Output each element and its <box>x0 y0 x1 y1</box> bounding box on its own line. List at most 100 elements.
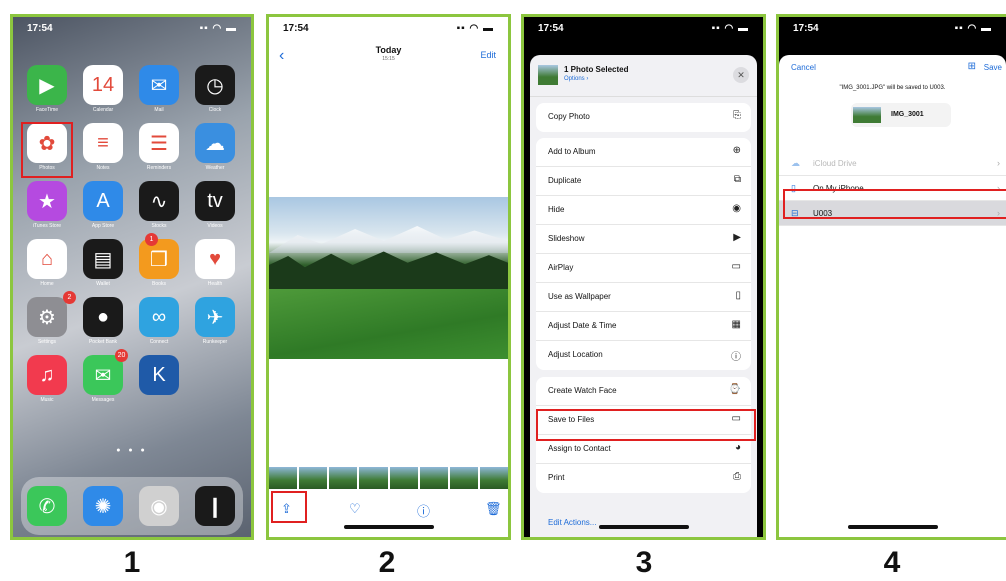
connect-app-icon[interactable]: ∞ <box>139 297 179 337</box>
thumbnail-strip[interactable] <box>269 467 508 489</box>
weather-app-icon[interactable]: ☁ <box>195 123 235 163</box>
location-label: iCloud Drive <box>813 159 857 168</box>
app-label: Mail <box>154 107 164 113</box>
slideshow-action[interactable]: Slideshow ▶ <box>536 225 751 254</box>
action-label: Adjust Date & Time <box>548 321 617 330</box>
action-label: Print <box>548 473 565 482</box>
dock-app-icon[interactable]: ◉ <box>139 486 179 526</box>
wallet-badge: 1 <box>145 233 158 246</box>
music-app-icon[interactable]: ♫ <box>27 355 67 395</box>
dock-app-icon[interactable]: ✺ <box>83 486 123 526</box>
health-app-icon[interactable]: ♥ <box>195 239 235 279</box>
hide-action[interactable]: Hide ◉ <box>536 196 751 225</box>
close-icon[interactable]: ✕ <box>733 67 749 83</box>
app-label: Reminders <box>146 165 172 171</box>
app-store-app-icon[interactable]: A <box>83 181 123 221</box>
selection-title: 1 Photo Selected <box>564 65 629 74</box>
home-indicator <box>847 525 938 529</box>
step-number-2: 2 <box>378 546 396 579</box>
new-folder-icon[interactable]: ⊞ <box>968 61 976 72</box>
action-label: Copy Photo <box>548 112 590 121</box>
stocks-app-icon[interactable]: ∿ <box>139 181 179 221</box>
action-label: AirPlay <box>548 263 574 272</box>
thumbnail[interactable] <box>449 467 478 489</box>
print-icon: ⎙ <box>733 471 741 482</box>
adjust-date-time-action[interactable]: Adjust Date & Time ▦ <box>536 312 751 341</box>
itunes-store-app-icon[interactable]: ★ <box>27 181 67 221</box>
info-icon[interactable]: ⓘ <box>417 501 430 520</box>
options-link[interactable]: Options › <box>564 76 588 82</box>
airplay-action[interactable]: AirPlay ▭ <box>536 254 751 283</box>
save-button[interactable]: Save <box>984 63 1002 72</box>
status-bar: 17:54 ▪▪ ◠ ▬ <box>13 17 251 37</box>
step-number-3: 3 <box>635 546 653 579</box>
adjust-location-action[interactable]: Adjust Location ⓘ <box>536 341 751 370</box>
trash-icon[interactable]: 🗑 <box>485 501 502 517</box>
action-label: Assign to Contact <box>548 444 611 453</box>
heart-icon[interactable]: ♡ <box>349 501 361 517</box>
notes-app-icon[interactable]: ≡ <box>83 123 123 163</box>
settings-badge: 2 <box>63 291 76 304</box>
thumbnail[interactable] <box>479 467 508 489</box>
dock-app-icon[interactable]: ✆ <box>27 486 67 526</box>
share-sheet-panel: 17:54 ▪▪ ◠ ▬ 1 Photo Selected Options › … <box>521 14 766 540</box>
use-as-wallpaper-action[interactable]: Use as Wallpaper ▯ <box>536 283 751 312</box>
photo-forest <box>269 251 508 292</box>
app-app-icon[interactable]: K <box>139 355 179 395</box>
settings-app-icon[interactable]: ⚙ <box>27 297 67 337</box>
duplicate-icon: ⧉ <box>733 174 741 185</box>
action-label: Create Watch Face <box>548 386 617 395</box>
messages-app-icon[interactable]: ✉ <box>83 355 123 395</box>
action-label: Hide <box>548 205 565 214</box>
home-app-icon[interactable]: ⌂ <box>27 239 67 279</box>
thumbnail[interactable] <box>359 467 388 489</box>
share-highlight <box>271 491 307 523</box>
app-label: Notes <box>96 165 110 171</box>
signal-battery-icon: ▪▪ ◠ ▬ <box>711 23 749 34</box>
thumbnail[interactable] <box>299 467 328 489</box>
adjust-location-icon: ⓘ <box>731 352 741 363</box>
cancel-button[interactable]: Cancel <box>791 63 816 72</box>
videos-app-icon[interactable]: tv <box>195 181 235 221</box>
app-label: Videos <box>207 223 223 229</box>
home-indicator <box>343 525 434 529</box>
create-watch-face-action[interactable]: Create Watch Face ⌚ <box>536 377 751 406</box>
calendar-app-icon[interactable]: 14 <box>83 65 123 105</box>
thumbnail[interactable] <box>269 467 298 489</box>
app-label: App Store <box>91 223 115 229</box>
chevron-icon: › <box>997 158 1000 168</box>
home-indicator <box>598 525 689 529</box>
edit-actions-link[interactable]: Edit Actions... <box>548 518 596 527</box>
thumbnail[interactable] <box>389 467 418 489</box>
add-to-album-action[interactable]: Add to Album ⊕ <box>536 138 751 167</box>
reminders-app-icon[interactable]: ☰ <box>139 123 179 163</box>
step-number-4: 4 <box>883 546 901 579</box>
action-label: Adjust Location <box>548 350 603 359</box>
print-action[interactable]: Print ⎙ <box>536 464 751 493</box>
app-label: Books <box>152 281 166 287</box>
save-to-files-panel: 17:54 ▪▪ ◠ ▬ Cancel ⊞ Save "IMG_3001.JPG… <box>776 14 1006 540</box>
runkeeper-app-icon[interactable]: ✈ <box>195 297 235 337</box>
dock-app-icon[interactable]: ❙ <box>195 486 235 526</box>
duplicate-action[interactable]: Duplicate ⧉ <box>536 167 751 196</box>
edit-button[interactable]: Edit <box>480 50 496 60</box>
status-bar: 17:54 ▪▪ ◠ ▬ <box>269 17 508 37</box>
signal-battery-icon: ▪▪ ◠ ▬ <box>456 23 494 34</box>
thumbnail[interactable] <box>329 467 358 489</box>
mail-app-icon[interactable]: ✉ <box>139 65 179 105</box>
photo-mountains <box>269 226 508 253</box>
clock-app-icon[interactable]: ◷ <box>195 65 235 105</box>
pocket-bank-app-icon[interactable]: ● <box>83 297 123 337</box>
location-icloud-drive[interactable]: ☁ iCloud Drive › <box>779 151 1006 176</box>
page-dots: ● ● ● <box>116 447 148 454</box>
thumbnail[interactable] <box>419 467 448 489</box>
wallet-app-icon[interactable]: ▤ <box>83 239 123 279</box>
facetime-app-icon[interactable]: ▶ <box>27 65 67 105</box>
books-app-icon[interactable]: ❒ <box>139 239 179 279</box>
save-to-files-sheet: Cancel ⊞ Save "IMG_3001.JPG" will be sav… <box>779 55 1006 537</box>
file-name[interactable]: IMG_3001 <box>891 111 924 118</box>
action-label: Duplicate <box>548 176 582 185</box>
share-sheet-header: 1 Photo Selected Options › ✕ <box>530 55 757 97</box>
home-screen-panel: 17:54 ▪▪ ◠ ▬ ▶ FaceTime 14 Calendar ✉ Mail ◷ Cl… <box>10 14 254 540</box>
copy-photo-action[interactable]: Copy Photo ⎘ <box>536 103 751 132</box>
